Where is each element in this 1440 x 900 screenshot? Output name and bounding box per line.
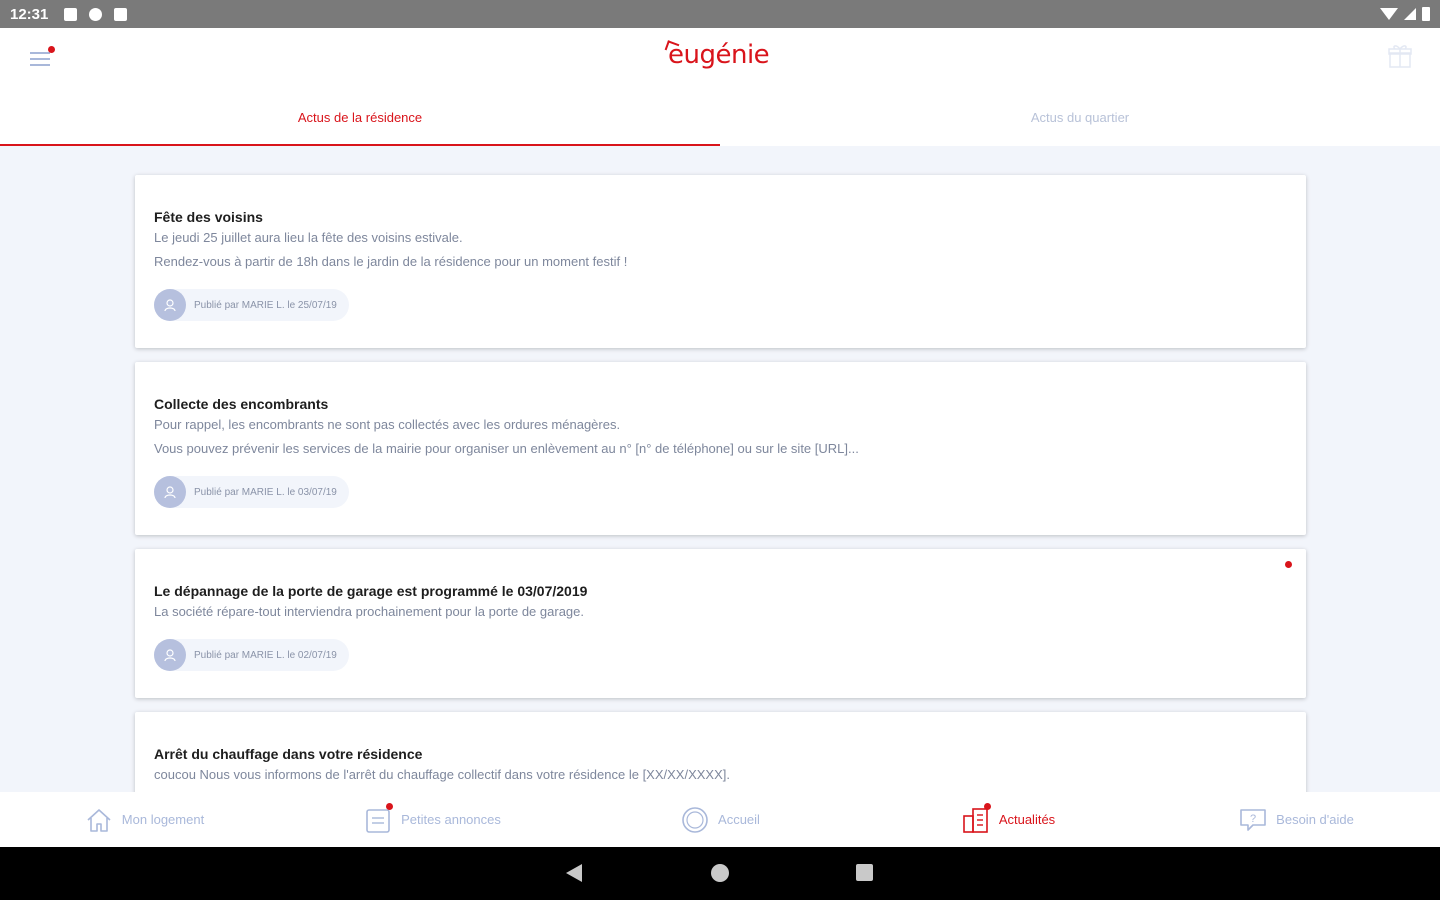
notepad-icon (363, 802, 394, 835)
sd-card-icon (114, 7, 128, 21)
unread-dot (1285, 561, 1292, 568)
news-title: Collecte des encombrants (154, 396, 329, 412)
nav-besoin-aide[interactable]: ? Besoin d'aide (1152, 792, 1440, 847)
status-bar: 12:31 (0, 0, 1440, 28)
nav-mon-logement[interactable]: Mon logement (0, 792, 288, 847)
back-icon[interactable] (566, 864, 582, 882)
news-card[interactable]: Fête des voisins Le jeudi 25 juillet aur… (135, 175, 1306, 348)
news-text-line: Vous pouvez prévenir les services de la … (154, 441, 859, 456)
news-text-line: coucou Nous vous informons de l'arrêt du… (154, 767, 730, 782)
author-chip: Publié par MARIE L. le 03/07/19 (154, 476, 349, 508)
news-card[interactable]: Arrêt du chauffage dans votre résidence … (135, 712, 1306, 792)
avatar (154, 476, 186, 508)
avatar (154, 289, 186, 321)
news-text-line: La société répare-tout interviendra proc… (154, 604, 584, 619)
app-notification-icon (89, 7, 103, 21)
nav-label: Besoin d'aide (1276, 812, 1354, 827)
nav-petites-annonces[interactable]: Petites annonces (288, 792, 576, 847)
user-icon (164, 486, 176, 499)
nav-label: Petites annonces (401, 812, 501, 827)
recent-apps-icon[interactable] (856, 864, 873, 881)
notification-dot (48, 46, 55, 53)
house-icon (84, 805, 114, 835)
tab-neighborhood-news[interactable]: Actus du quartier (720, 88, 1440, 146)
tab-residence-news[interactable]: Actus de la résidence (0, 88, 720, 146)
user-icon (164, 649, 176, 662)
user-icon (164, 299, 176, 312)
gift-button[interactable] (1386, 42, 1414, 70)
circle-home-icon (680, 805, 710, 835)
buildings-icon (961, 802, 991, 835)
menu-button[interactable] (26, 46, 55, 72)
nav-accueil[interactable]: Accueil (576, 792, 864, 847)
status-time: 12:31 (10, 5, 49, 23)
app-header: eugénie (0, 28, 1440, 88)
nav-label: Mon logement (121, 812, 205, 827)
hamburger-icon (30, 52, 50, 54)
author-text: Publié par MARIE L. le 02/07/19 (194, 649, 337, 661)
news-feed[interactable]: Fête des voisins Le jeudi 25 juillet aur… (0, 146, 1440, 792)
author-text: Publié par MARIE L. le 03/07/19 (194, 486, 337, 498)
nav-actualites[interactable]: Actualités (864, 792, 1152, 847)
home-icon[interactable] (711, 864, 729, 882)
author-chip: Publié par MARIE L. le 02/07/19 (154, 639, 349, 671)
svg-text:?: ? (1250, 813, 1256, 825)
notification-dot (386, 802, 394, 810)
author-text: Publié par MARIE L. le 25/07/19 (194, 299, 337, 311)
hamburger-icon-bar (30, 64, 50, 66)
app-logo: eugénie (664, 40, 770, 70)
avatar (154, 639, 186, 671)
tab-label: Actus du quartier (1030, 109, 1130, 125)
notification-icon (64, 7, 78, 21)
news-text-line: Le jeudi 25 juillet aura lieu la fête de… (154, 230, 463, 245)
gift-icon (1388, 45, 1412, 68)
bottom-navigation: Mon logement Petites annonces Accueil Ac… (0, 792, 1440, 847)
tab-label: Actus de la résidence (297, 109, 423, 125)
nav-label: Actualités (998, 812, 1056, 827)
news-title: Fête des voisins (154, 209, 263, 225)
news-text-line: Rendez-vous à partir de 18h dans le jard… (154, 254, 628, 269)
hamburger-icon-bar (30, 58, 50, 60)
help-chat-icon: ? (1238, 805, 1268, 835)
nav-label: Accueil (718, 812, 760, 827)
news-tabs: Actus de la résidence Actus du quartier (0, 88, 1440, 146)
signal-icon (1404, 8, 1416, 20)
logo-text: eugénie (668, 40, 770, 70)
wifi-icon (1380, 8, 1398, 20)
battery-icon (1422, 7, 1430, 21)
news-text-line: Pour rappel, les encombrants ne sont pas… (154, 417, 621, 432)
author-chip: Publié par MARIE L. le 25/07/19 (154, 289, 349, 321)
news-title: Arrêt du chauffage dans votre résidence (154, 746, 423, 762)
news-title: Le dépannage de la porte de garage est p… (154, 583, 588, 599)
news-card[interactable]: Le dépannage de la porte de garage est p… (135, 549, 1306, 698)
notification-dot (983, 802, 991, 810)
system-navigation-bar (0, 847, 1440, 900)
news-card[interactable]: Collecte des encombrants Pour rappel, le… (135, 362, 1306, 535)
